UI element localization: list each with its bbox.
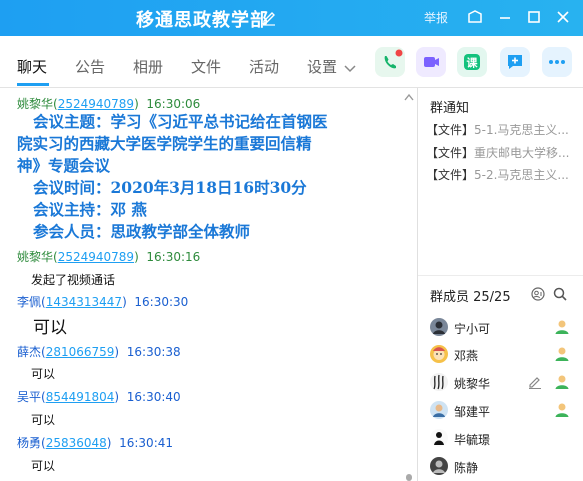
announcement-line: 会议主题：学习《习近平总书记给在首钢医 <box>33 112 328 131</box>
admin-icon <box>553 401 571 419</box>
sender-qq[interactable]: 281066759 <box>46 345 115 359</box>
announcement-line: 参会人员：思政教学部全体教师 <box>33 222 251 241</box>
sender-name[interactable]: 杨勇 <box>17 436 41 450</box>
class-button[interactable]: 课 <box>457 47 487 77</box>
member-item[interactable]: 姚黎华 <box>430 373 575 393</box>
new-message-button[interactable] <box>500 47 530 77</box>
sender-name[interactable]: 李佩 <box>17 295 41 309</box>
search-icon[interactable] <box>552 286 568 302</box>
edit-title-icon[interactable] <box>261 8 277 26</box>
message-header: 吴平(854491804) 16:30:40 <box>17 390 181 404</box>
sender-name[interactable]: 吴平 <box>17 390 41 404</box>
message-time: 16:30:06 <box>146 97 201 111</box>
title-bar: 移通思政教学部 举报 <box>0 0 583 36</box>
sender-name[interactable]: 姚黎华 <box>17 250 53 264</box>
admin-icon <box>553 318 571 336</box>
skin-icon[interactable] <box>466 8 484 26</box>
sender-name[interactable]: 姚黎华 <box>17 97 53 111</box>
sender-name[interactable]: 薛杰 <box>17 345 41 359</box>
message-header: 薛杰(281066759) 16:30:38 <box>17 345 181 359</box>
tab-files[interactable]: 文件 <box>191 56 221 77</box>
announcement-message: 会议主题：学习《习近平总书记给在首钢医 院实习的西藏大学医学院学生的重要回信精 … <box>17 111 409 243</box>
sender-qq[interactable]: 2524940789 <box>58 250 134 264</box>
member-item[interactable]: 邹建平 <box>430 401 575 421</box>
avatar <box>430 345 448 363</box>
message-header: 姚黎华(2524940789) 16:30:06 <box>17 97 201 111</box>
message-time: 16:30:41 <box>119 436 174 450</box>
message-header: 杨勇(25836048) 16:30:41 <box>17 436 174 450</box>
member-item[interactable]: 陈静 <box>430 457 575 477</box>
member-item[interactable]: 毕毓璟 <box>430 429 575 449</box>
avatar <box>430 429 448 447</box>
divider <box>418 275 583 276</box>
notice-item[interactable]: 【文件】5-1.马克思主义... <box>426 121 576 138</box>
member-name: 毕毓璟 <box>454 433 491 447</box>
member-name: 邓燕 <box>454 349 479 363</box>
tab-bar: 聊天 公告 相册 文件 活动 设置 <box>0 36 583 88</box>
notice-item[interactable]: 【文件】重庆邮电大学移... <box>426 144 576 161</box>
sender-qq[interactable]: 2524940789 <box>58 97 134 111</box>
message-time: 16:30:16 <box>146 250 201 264</box>
message-text: 可以 <box>33 318 67 338</box>
member-name: 陈静 <box>454 461 479 475</box>
group-notice-title: 群通知 <box>430 101 470 116</box>
minimize-icon[interactable] <box>496 8 514 26</box>
message-text: 可以 <box>31 459 56 473</box>
member-name: 邹建平 <box>454 405 491 419</box>
message-text: 可以 <box>31 367 56 381</box>
announcement-line: 院实习的西藏大学医学院学生的重要回信精 <box>17 134 312 153</box>
edit-icon[interactable] <box>528 375 542 389</box>
avatar <box>430 457 448 475</box>
chevron-down-icon[interactable] <box>344 62 356 73</box>
members-title: 群成员 25/25 <box>430 290 511 305</box>
sender-qq[interactable]: 1434313447 <box>46 295 122 309</box>
member-item[interactable]: 宁小可 <box>430 318 575 338</box>
announcement-line: 会议主持：邓 燕 <box>33 200 147 219</box>
message-time: 16:30:30 <box>134 295 189 309</box>
tab-activities[interactable]: 活动 <box>249 56 279 77</box>
member-name: 姚黎华 <box>454 377 491 391</box>
more-icon[interactable] <box>542 47 572 77</box>
tab-album[interactable]: 相册 <box>133 56 163 77</box>
scroll-up-icon[interactable] <box>404 90 414 101</box>
svg-text:课: 课 <box>467 56 479 70</box>
tab-chat[interactable]: 聊天 <box>17 56 47 77</box>
group-sidebar: 群通知 【文件】5-1.马克思主义... 【文件】重庆邮电大学移... 【文件】… <box>418 88 583 481</box>
message-header: 李佩(1434313447) 16:30:30 <box>17 295 189 309</box>
active-tab-indicator <box>17 83 49 86</box>
announcement-line: 神》专题会议 <box>17 156 111 175</box>
phone-call-button[interactable] <box>375 47 405 77</box>
window-title: 移通思政教学部 <box>136 10 269 31</box>
sender-qq[interactable]: 25836048 <box>46 436 107 450</box>
member-item[interactable]: 邓燕 <box>430 345 575 365</box>
avatar <box>430 318 448 336</box>
announcement-line: 会议时间：2020年3月18日16时30分 <box>33 178 307 197</box>
notice-item[interactable]: 【文件】5-2.马克思主义... <box>426 166 576 183</box>
report-link[interactable]: 举报 <box>424 9 448 26</box>
message-time: 16:30:38 <box>126 345 181 359</box>
avatar <box>430 401 448 419</box>
message-time: 16:30:40 <box>126 390 181 404</box>
message-header: 姚黎华(2524940789) 16:30:16 <box>17 250 201 264</box>
add-member-icon[interactable] <box>530 286 546 302</box>
tab-announcement[interactable]: 公告 <box>75 56 105 77</box>
video-call-button[interactable] <box>416 47 446 77</box>
avatar <box>430 373 448 391</box>
maximize-icon[interactable] <box>525 8 543 26</box>
sender-qq[interactable]: 854491804 <box>46 390 115 404</box>
member-name: 宁小可 <box>454 322 491 336</box>
close-icon[interactable] <box>554 8 572 26</box>
scrollbar-thumb[interactable] <box>406 474 412 481</box>
tab-settings[interactable]: 设置 <box>307 56 337 77</box>
message-text: 可以 <box>31 413 56 427</box>
message-text: 发起了视频通话 <box>31 273 116 287</box>
admin-icon <box>553 373 571 391</box>
admin-icon <box>553 345 571 363</box>
